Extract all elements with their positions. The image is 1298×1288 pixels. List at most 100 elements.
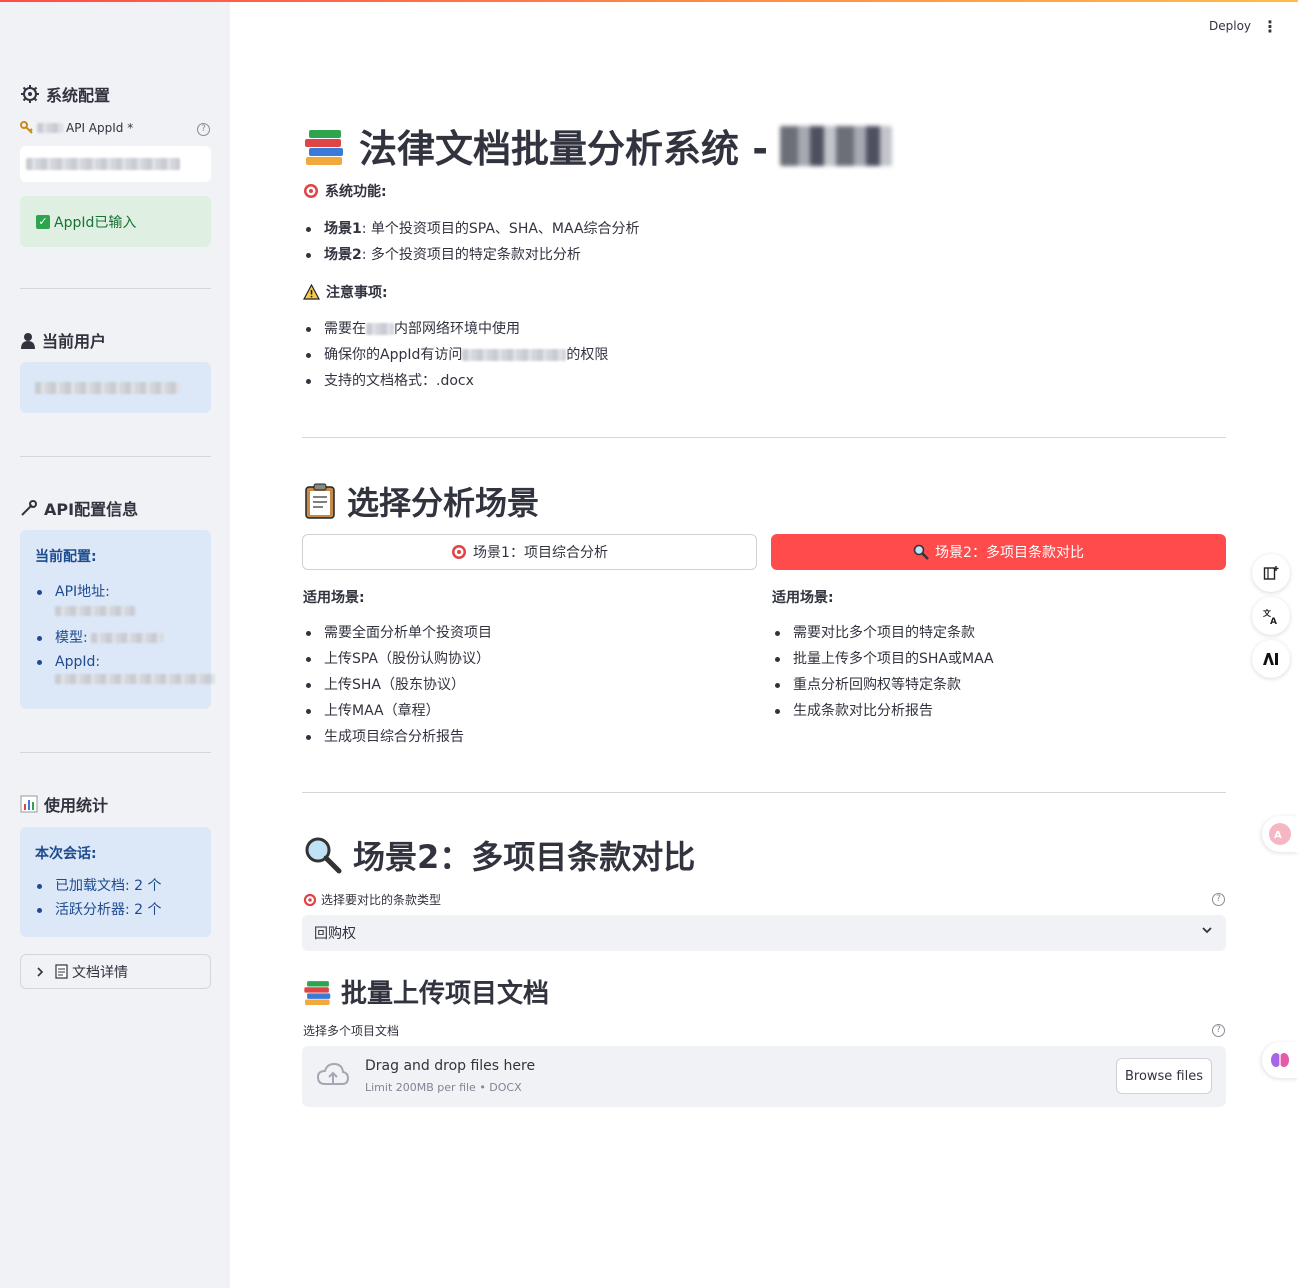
scenario2-title: 场景2：多项目条款对比 xyxy=(303,832,695,878)
redacted-title-suffix xyxy=(780,125,893,166)
note-text: 确保你的AppId有访问 xyxy=(324,347,463,363)
list-item: 需要在 内部网络环境中使用 xyxy=(303,316,608,342)
dropzone-instructions: Drag and drop files here xyxy=(365,1058,536,1074)
list-item: 确保你的AppId有访问 的权限 xyxy=(303,342,608,368)
upload-cloud-icon xyxy=(316,1062,350,1085)
scenario2-button[interactable]: 场景2：多项目条款对比 xyxy=(771,534,1226,570)
clause-select-label-text: 选择要对比的条款类型 xyxy=(321,893,442,907)
upload-help-icon[interactable]: ? xyxy=(1212,1024,1225,1037)
list-item: 场景1: 单个投资项目的SPA、SHA、MAA综合分析 xyxy=(303,216,640,242)
sidebar-toggle-icon[interactable] xyxy=(1252,554,1290,592)
appid-success-alert: ✓ AppId已输入 xyxy=(20,196,211,247)
warning-icon xyxy=(303,284,320,300)
api-info-list: API地址: 模型: AppId: xyxy=(35,580,215,684)
magnifier-icon xyxy=(913,544,929,560)
bar-chart-icon xyxy=(20,795,38,813)
magnifier-icon xyxy=(305,837,342,874)
system-config-title: 系统配置 xyxy=(20,82,110,106)
scenario1-button[interactable]: 场景1：项目综合分析 xyxy=(302,534,757,570)
wrench-icon xyxy=(21,500,37,516)
file-dropzone[interactable]: Drag and drop files here Limit 200MB per… xyxy=(302,1046,1226,1107)
note-text: 支持的文档格式：.docx xyxy=(324,373,474,389)
redacted-text xyxy=(462,349,567,361)
usage-stats-box: 本次会话: 已加载文档: 2 个 活跃分析器: 2 个 xyxy=(20,827,211,937)
scenario2-title-text: 场景2：多项目条款对比 xyxy=(353,838,696,876)
appid-help-icon[interactable]: ? xyxy=(197,123,210,136)
chevron-right-icon xyxy=(37,966,44,977)
clause-type-select[interactable]: 回购权 xyxy=(302,915,1226,951)
check-icon: ✓ xyxy=(36,214,50,229)
divider xyxy=(20,752,211,753)
ai-assistant-icon[interactable] xyxy=(1252,640,1290,678)
floating-translate-tab[interactable]: A xyxy=(1262,816,1298,852)
browse-files-button[interactable]: Browse files xyxy=(1116,1058,1212,1094)
usage-stats-title: 使用统计 xyxy=(20,792,108,816)
appid-label: API AppId * xyxy=(20,121,133,135)
list-item: 上传SPA（股份认购协议） xyxy=(303,646,492,672)
scenario1-button-label: 场景1：项目综合分析 xyxy=(473,545,608,561)
note-text: 需要在 xyxy=(324,321,366,337)
feature-bold: 场景1 xyxy=(324,221,362,237)
redacted-text xyxy=(366,323,394,335)
expander-label: 文档详情 xyxy=(55,962,128,982)
col1-list: 需要全面分析单个投资项目 上传SPA（股份认购协议） 上传SHA（股东协议） 上… xyxy=(303,620,492,750)
chevron-down-icon xyxy=(1202,927,1212,934)
col1-heading: 适用场景: xyxy=(303,590,365,606)
usage-heading: 本次会话: xyxy=(35,846,97,862)
col2-list: 需要对比多个项目的特定条款 批量上传多个项目的SHA或MAA 重点分析回购权等特… xyxy=(772,620,994,724)
current-user-label: 当前用户 xyxy=(42,332,107,351)
upload-title-text: 批量上传项目文档 xyxy=(341,979,550,1009)
api-address-label: API地址: xyxy=(55,584,110,600)
system-config-label: 系统配置 xyxy=(46,86,111,105)
gear-icon xyxy=(21,85,39,103)
redacted-value xyxy=(91,633,163,643)
translate-icon[interactable]: 文A xyxy=(1252,597,1290,635)
features-list: 场景1: 单个投资项目的SPA、SHA、MAA综合分析 场景2: 多个投资项目的… xyxy=(303,216,640,268)
usage-stats-label: 使用统计 xyxy=(44,796,109,815)
appid-input[interactable] xyxy=(20,146,211,182)
list-item: 支持的文档格式：.docx xyxy=(303,368,608,394)
floating-brain-tab[interactable] xyxy=(1262,1042,1298,1078)
api-info-heading: 当前配置: xyxy=(35,549,97,565)
svg-text:A: A xyxy=(1274,830,1282,841)
model-label: 模型: xyxy=(55,630,88,646)
books-icon xyxy=(305,129,343,165)
list-item: 上传SHA（股东协议） xyxy=(303,672,492,698)
list-item: API地址: xyxy=(35,580,135,626)
list-item: 活跃分析器: 2 个 xyxy=(35,898,162,922)
list-item: 已加载文档: 2 个 xyxy=(35,874,162,898)
page-title: 法律文档批量分析系统 - xyxy=(303,118,893,173)
divider xyxy=(20,456,211,457)
clause-help-icon[interactable]: ? xyxy=(1212,893,1225,906)
list-item: 需要对比多个项目的特定条款 xyxy=(772,620,994,646)
target-icon xyxy=(303,893,317,906)
upload-label: 选择多个项目文档 xyxy=(303,1024,400,1038)
api-info-box: 当前配置: API地址: 模型: AppId: xyxy=(20,530,215,709)
current-user-title: 当前用户 xyxy=(20,328,106,352)
main-menu-icon[interactable]: ⋮ xyxy=(1262,17,1278,37)
deploy-button[interactable]: Deploy xyxy=(1209,19,1251,33)
feature-text: : 单个投资项目的SPA、SHA、MAA综合分析 xyxy=(361,221,640,237)
choose-scenario-text: 选择分析场景 xyxy=(347,484,540,522)
key-icon xyxy=(20,121,33,134)
feature-bold: 场景2 xyxy=(324,247,362,263)
user-icon xyxy=(21,333,35,349)
redacted-value xyxy=(55,606,135,616)
page-icon xyxy=(55,964,68,979)
list-item: 批量上传多个项目的SHA或MAA xyxy=(772,646,994,672)
notes-heading: 注意事项: xyxy=(303,282,388,302)
target-icon xyxy=(452,545,467,559)
upload-title: 批量上传项目文档 xyxy=(303,973,549,1010)
divider xyxy=(302,792,1226,793)
choose-scenario-title: 选择分析场景 xyxy=(303,478,539,524)
list-item: AppId: xyxy=(35,650,215,684)
feature-text: : 多个投资项目的特定条款对比分析 xyxy=(361,247,581,263)
divider xyxy=(302,437,1226,438)
list-item: 生成条款对比分析报告 xyxy=(772,698,994,724)
list-item: 场景2: 多个投资项目的特定条款对比分析 xyxy=(303,242,640,268)
document-details-expander[interactable]: 文档详情 xyxy=(20,954,211,989)
note-text: 内部网络环境中使用 xyxy=(394,321,520,337)
appid-label-text: API AppId * xyxy=(66,121,134,135)
list-item: 重点分析回购权等特定条款 xyxy=(772,672,994,698)
clause-select-value: 回购权 xyxy=(314,926,356,942)
